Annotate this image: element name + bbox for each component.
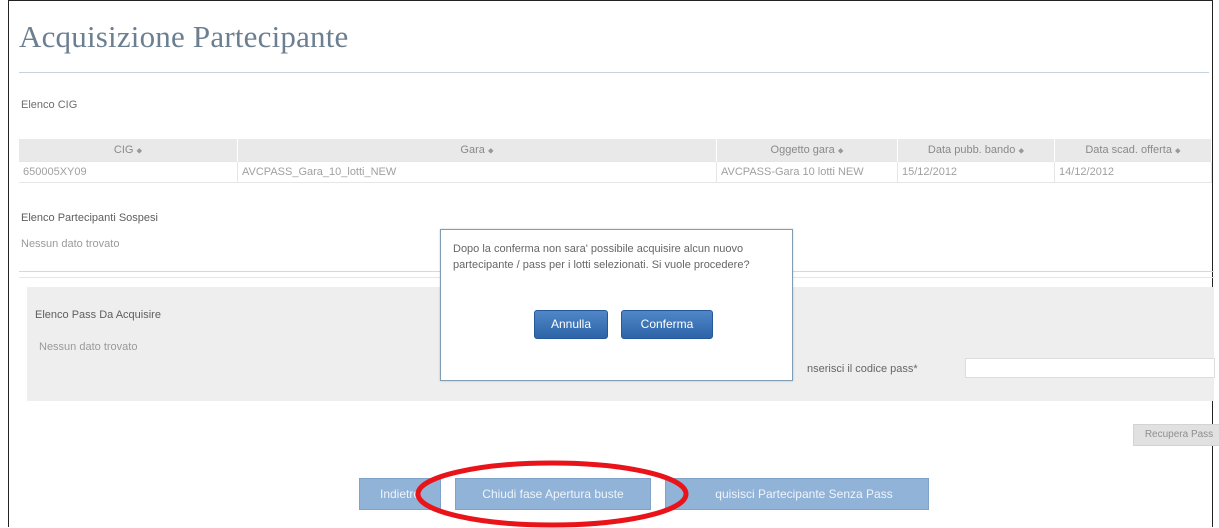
pass-code-label: nserisci il codice pass* xyxy=(807,363,918,375)
sospesi-section-label: Elenco Partecipanti Sospesi xyxy=(21,212,158,224)
conferma-button[interactable]: Conferma xyxy=(621,310,713,339)
table-row[interactable]: 650005XY09 AVCPASS_Gara_10_lotti_NEW AVC… xyxy=(19,161,1212,183)
pass-section-label: Elenco Pass Da Acquisire xyxy=(35,309,161,321)
column-header-gara[interactable]: Gara ⬥ xyxy=(237,139,717,162)
cell-cig: 650005XY09 xyxy=(19,161,238,183)
table-header-row: CIG ⬥ Gara ⬥ Oggetto gara ⬥ Data pubb. b… xyxy=(19,139,1212,162)
confirm-dialog: Dopo la conferma non sara' possibile acq… xyxy=(440,229,793,381)
acquisisci-label: quisisci Partecipante Senza Pass xyxy=(715,487,893,501)
sort-icon[interactable]: ⬥ xyxy=(838,146,844,155)
cig-table: CIG ⬥ Gara ⬥ Oggetto gara ⬥ Data pubb. b… xyxy=(19,139,1212,183)
pass-code-input[interactable] xyxy=(965,358,1215,378)
page-title: Acquisizione Partecipante xyxy=(19,19,349,54)
column-header-data-pubb[interactable]: Data pubb. bando ⬥ xyxy=(897,139,1055,162)
cig-section-label: Elenco CIG xyxy=(21,99,78,111)
annulla-button[interactable]: Annulla xyxy=(534,310,608,339)
title-divider xyxy=(19,72,1209,73)
sort-icon[interactable]: ⬥ xyxy=(1175,146,1181,155)
sort-icon[interactable]: ⬥ xyxy=(488,146,494,155)
recupera-pass-button[interactable]: Recupera Pass xyxy=(1133,424,1219,446)
chiudi-fase-button[interactable]: Chiudi fase Apertura buste xyxy=(455,478,651,510)
column-header-oggetto[interactable]: Oggetto gara ⬥ xyxy=(716,139,898,162)
column-header-cig[interactable]: CIG ⬥ xyxy=(19,139,238,162)
pass-empty-text: Nessun dato trovato xyxy=(39,341,138,353)
sospesi-empty-text: Nessun dato trovato xyxy=(21,238,120,250)
column-header-data-scad[interactable]: Data scad. offerta ⬥ xyxy=(1054,139,1212,162)
acquisisci-senza-pass-button[interactable]: quisisci Partecipante Senza Pass xyxy=(665,478,929,510)
sort-icon[interactable]: ⬥ xyxy=(1018,146,1024,155)
cell-gara: AVCPASS_Gara_10_lotti_NEW xyxy=(237,161,717,183)
cell-oggetto: AVCPASS-Gara 10 lotti NEW xyxy=(716,161,898,183)
indietro-button[interactable]: Indietro xyxy=(359,478,441,510)
cell-data-pubb: 15/12/2012 xyxy=(897,161,1055,183)
indietro-label: Indietro xyxy=(379,487,421,501)
sort-icon[interactable]: ⬥ xyxy=(137,146,143,155)
dialog-message: Dopo la conferma non sara' possibile acq… xyxy=(453,243,750,271)
cell-data-scad: 14/12/2012 xyxy=(1054,161,1212,183)
